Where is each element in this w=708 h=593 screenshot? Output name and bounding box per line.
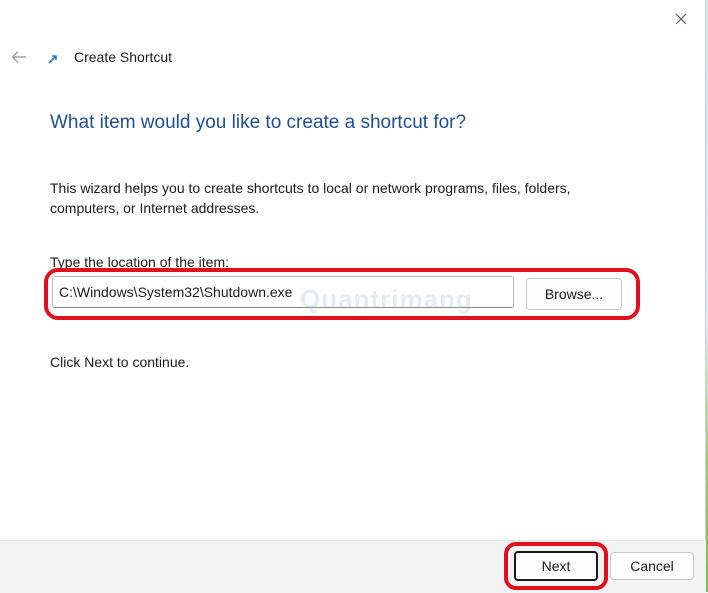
browse-button[interactable]: Browse...: [526, 278, 622, 310]
location-input[interactable]: [52, 276, 514, 308]
continue-text: Click Next to continue.: [50, 354, 190, 370]
window-title: Create Shortcut: [74, 49, 173, 65]
location-label: Type the location of the item:: [50, 254, 229, 270]
close-button[interactable]: [667, 6, 695, 32]
wizard-heading: What item would you like to create a sho…: [50, 112, 467, 133]
wizard-description: This wizard helps you to create shortcut…: [50, 180, 571, 216]
back-arrow-icon: [11, 51, 26, 63]
cancel-button[interactable]: Cancel: [610, 552, 694, 580]
dialog-footer: [0, 540, 706, 593]
shortcut-icon: [46, 52, 60, 66]
back-button[interactable]: [8, 46, 30, 68]
close-icon: [675, 13, 687, 25]
create-shortcut-dialog: Create Shortcut What item would you like…: [0, 0, 706, 593]
next-button[interactable]: Next: [514, 551, 598, 581]
